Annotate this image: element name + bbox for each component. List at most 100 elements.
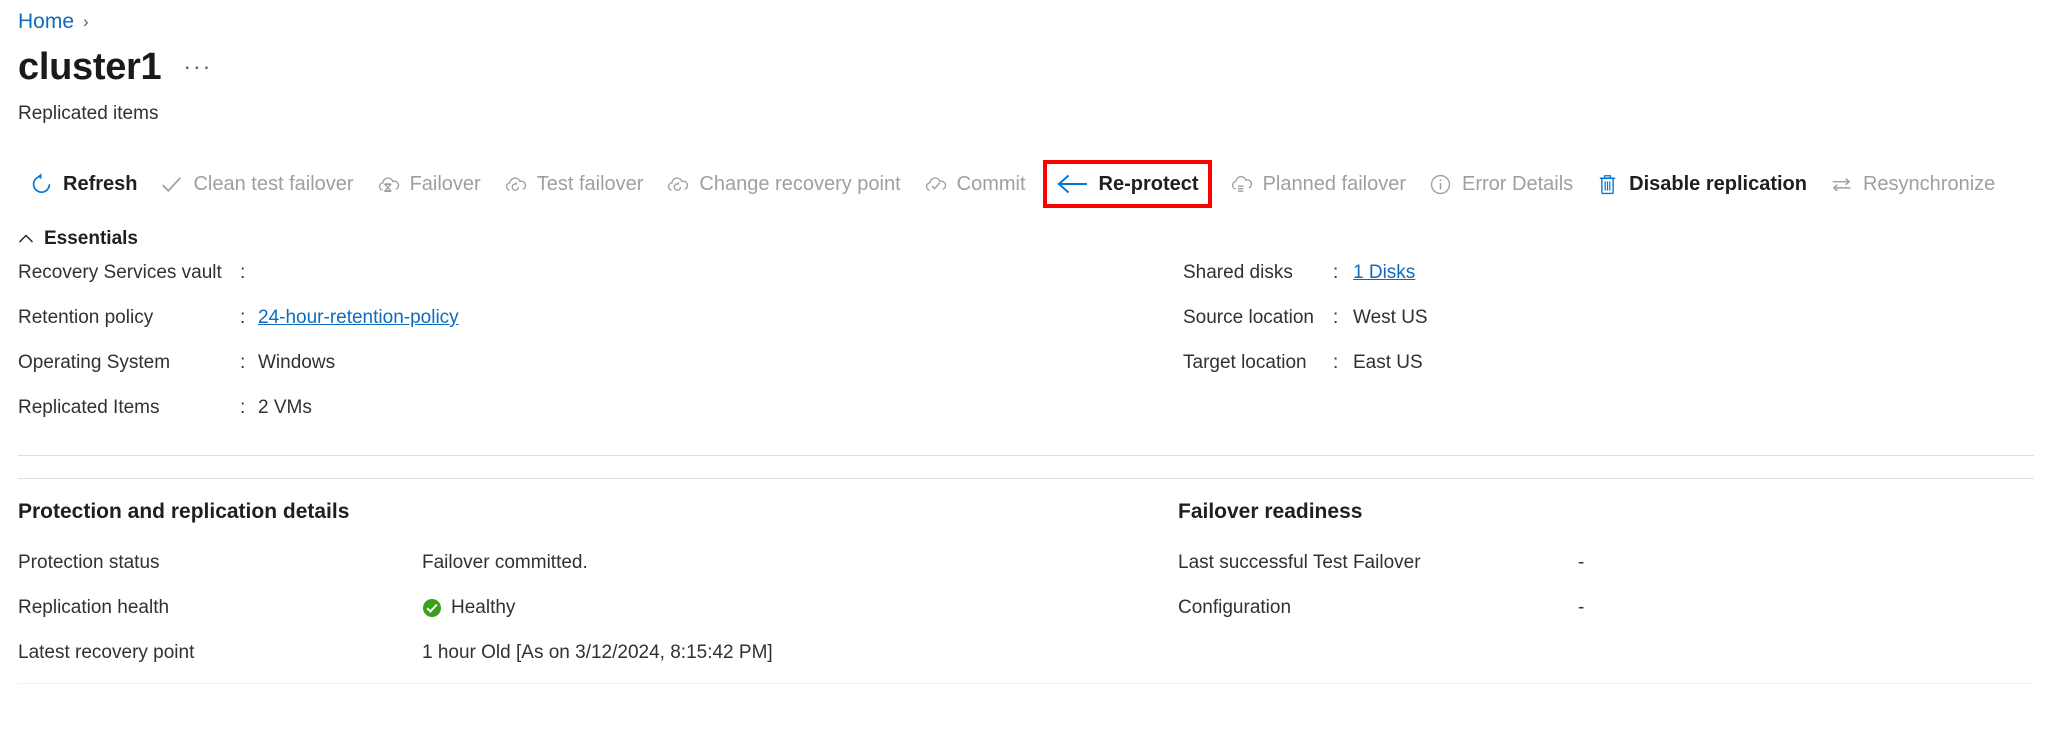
command-label: Clean test failover: [193, 173, 354, 195]
essentials-toggle[interactable]: Essentials: [18, 228, 138, 250]
command-label: Change recovery point: [699, 173, 901, 195]
essentials-right-column: Shared disks:1 Disks Source location: West…: [1183, 262, 1783, 397]
command-label: Disable replication: [1629, 173, 1807, 195]
command-clean-test-failover: Clean test failover: [148, 164, 364, 204]
essentials-value: Windows: [258, 352, 336, 373]
command-label: Test failover: [536, 173, 644, 195]
cloud-refresh-icon: [668, 176, 689, 191]
divider-top: [18, 455, 2034, 456]
protection-detail-value-wrap: 1 hour Old [As on 3/12/2024, 8:15:42 PM]: [422, 642, 773, 664]
command-test-failover: Test failover: [492, 164, 655, 204]
resynchronize-icon: [1832, 177, 1851, 191]
essentials-value-link[interactable]: 24-hour-retention-policy: [258, 307, 459, 329]
essentials-row: Retention policy:24-hour-retention-polic…: [18, 307, 578, 352]
essentials-key: Operating System: [18, 352, 171, 373]
essentials-key: Source location: [1183, 307, 1314, 328]
protection-detail-key: Latest recovery point: [18, 641, 195, 663]
essentials-label: Essentials: [44, 228, 138, 249]
info-circle-icon: [1430, 174, 1451, 194]
protection-detail-key: Protection status: [18, 551, 160, 573]
cloud-list-icon: [1231, 175, 1252, 192]
essentials-colon: :: [240, 397, 246, 418]
essentials-colon: :: [240, 352, 246, 373]
trash-icon: [1599, 174, 1616, 194]
protection-detail-key: Replication health: [18, 596, 170, 618]
page-title: cluster1: [18, 46, 162, 88]
essentials-colon: :: [240, 262, 246, 283]
essentials-key: Retention policy: [18, 307, 154, 328]
protection-detail-row: Replication health Healthy: [18, 585, 1138, 630]
command-label: Refresh: [63, 173, 138, 195]
essentials-row: Target location: East US: [1183, 352, 1783, 397]
failover-readiness-rows: Last successful Test Failover - Configurat…: [1178, 540, 2038, 630]
failover-readiness-title: Failover readiness: [1178, 500, 1363, 523]
essentials-value: West US: [1353, 307, 1428, 328]
cloud-check-icon: [925, 176, 946, 191]
essentials-row: Source location: West US: [1183, 307, 1783, 352]
failover-readiness-section: Failover readiness Last successful Test …: [1178, 500, 2038, 630]
essentials-key: Target location: [1183, 352, 1307, 373]
essentials-colon: :: [1333, 307, 1339, 328]
command-refresh[interactable]: Refresh: [18, 164, 148, 204]
command-label: Re-protect: [1098, 173, 1199, 195]
chevron-right-icon: ›: [83, 12, 89, 31]
divider-bottom: [18, 683, 2034, 684]
command-label: Planned failover: [1262, 173, 1406, 195]
command-planned-failover: Planned failover: [1218, 164, 1417, 204]
essentials-colon: :: [1333, 262, 1339, 283]
healthy-check-icon: [423, 598, 441, 617]
protection-detail-row: Protection status Failover committed.: [18, 540, 1138, 585]
failover-readiness-row: Last successful Test Failover -: [1178, 540, 2038, 585]
divider-second: [18, 478, 2034, 479]
command-disable-replication[interactable]: Disable replication: [1584, 164, 1818, 204]
command-label: Failover: [409, 173, 481, 195]
more-options-icon[interactable]: ···: [183, 53, 212, 86]
essentials-colon: :: [1333, 352, 1339, 373]
command-re-protect[interactable]: Re-protect: [1042, 160, 1212, 208]
refresh-icon: [32, 172, 51, 193]
page-subtitle: Replicated items: [18, 103, 159, 124]
protection-details-rows: Protection status Failover committed. Repl…: [18, 540, 1138, 675]
essentials-row: Recovery Services vault:: [18, 262, 578, 307]
failover-readiness-key: Configuration: [1178, 596, 1292, 618]
command-label: Resynchronize: [1862, 173, 1996, 195]
command-failover: Failover: [365, 164, 492, 204]
protection-detail-value-wrap: Failover committed.: [422, 552, 588, 574]
protection-detail-value: Failover committed.: [422, 551, 588, 573]
protection-detail-value: 1 hour Old [As on 3/12/2024, 8:15:42 PM]: [422, 641, 773, 663]
essentials-key: Replicated Items: [18, 397, 160, 418]
essentials-row: Shared disks:1 Disks: [1183, 262, 1783, 307]
essentials-row: Operating System: Windows: [18, 352, 578, 397]
protection-detail-row: Latest recovery point 1 hour Old [As on 3…: [18, 630, 1138, 675]
essentials-key: Shared disks: [1183, 262, 1293, 283]
command-label: Error Details: [1462, 173, 1574, 195]
page-header: cluster1 ···: [18, 48, 212, 86]
essentials-value-link[interactable]: 1 Disks: [1353, 262, 1415, 284]
essentials-row: Replicated Items:2 VMs: [18, 397, 578, 442]
protection-details-title: Protection and replication details: [18, 500, 350, 523]
essentials-key: Recovery Services vault: [18, 262, 222, 283]
essentials-value: East US: [1353, 352, 1423, 373]
command-resynchronize: Resynchronize: [1818, 164, 2006, 204]
essentials-value: 2 VMs: [258, 397, 312, 418]
essentials-colon: :: [240, 307, 246, 328]
protection-details-section: Protection and replication details Prote…: [18, 500, 1138, 675]
chevron-up-icon: [19, 234, 33, 243]
failover-readiness-row: Configuration -: [1178, 585, 2038, 630]
command-label: Commit: [956, 173, 1026, 195]
command-commit: Commit: [912, 164, 1037, 204]
azure-portal-blade: Home › cluster1 ··· Replicated items Ref…: [0, 0, 2052, 745]
essentials-left-column: Recovery Services vault: Retention policy…: [18, 262, 578, 442]
cloud-hourglass-icon: [378, 176, 399, 192]
failover-readiness-value: -: [1578, 596, 1585, 618]
command-bar: Refresh Clean test failover Failover Test f…: [18, 160, 2006, 208]
checkmark-icon: [162, 176, 182, 192]
protection-detail-value-wrap: Healthy: [422, 597, 515, 619]
failover-readiness-key: Last successful Test Failover: [1178, 551, 1421, 573]
command-change-recovery-point: Change recovery point: [654, 164, 911, 204]
command-error-details: Error Details: [1417, 164, 1584, 204]
breadcrumb: Home ›: [18, 10, 89, 34]
arrow-left-icon: [1057, 174, 1087, 194]
breadcrumb-home-link[interactable]: Home: [18, 10, 74, 34]
cloud-refresh-icon: [505, 176, 526, 191]
